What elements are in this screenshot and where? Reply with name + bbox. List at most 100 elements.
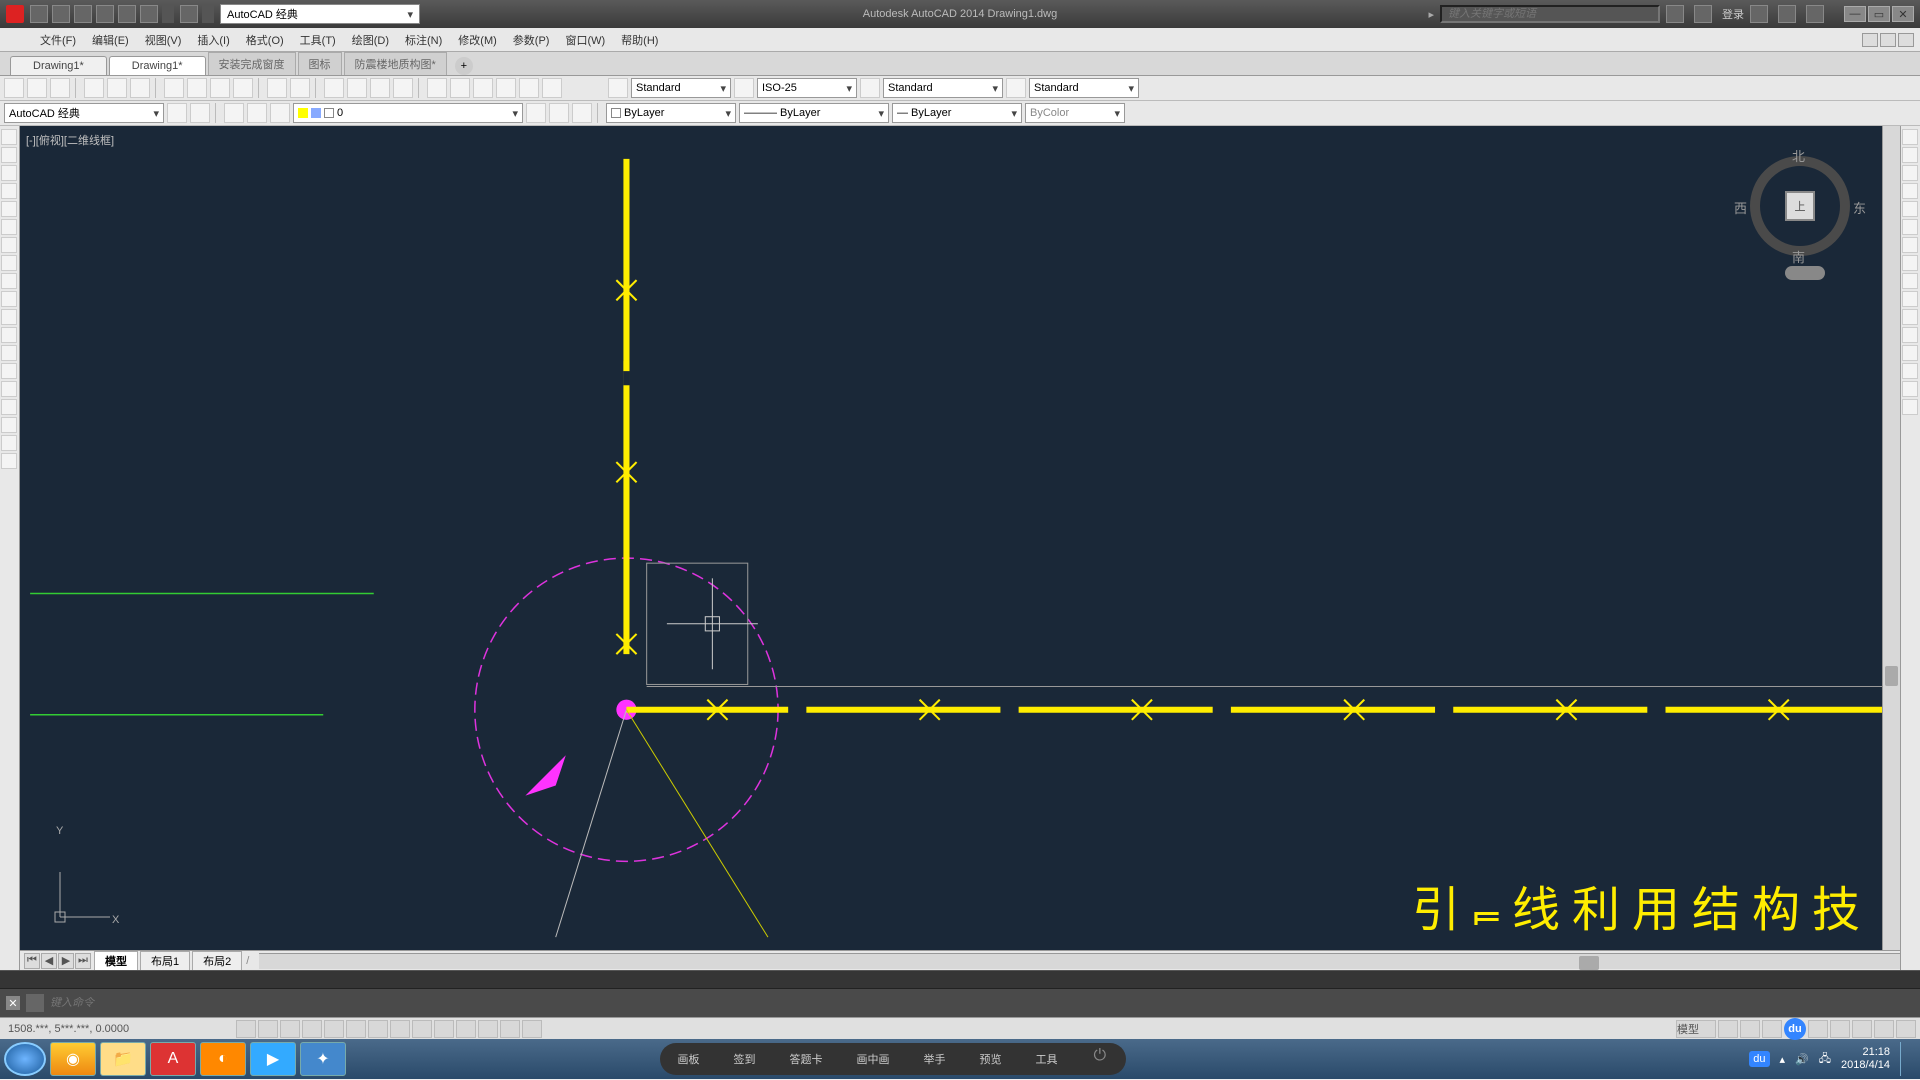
taskbar-app3[interactable]: ✦ — [300, 1042, 346, 1076]
tool-scale[interactable] — [1902, 255, 1918, 271]
status-osnap[interactable] — [324, 1020, 344, 1038]
status-lwt[interactable] — [434, 1020, 454, 1038]
ext-tab-1[interactable]: 图标 — [298, 52, 342, 75]
command-history[interactable] — [0, 971, 1920, 989]
status-qv-drawings[interactable] — [1740, 1020, 1760, 1038]
tb-tablestyle-icon[interactable] — [860, 78, 880, 98]
menu-help[interactable]: 帮助(H) — [621, 32, 658, 48]
baidu-ime-icon[interactable]: du — [1784, 1018, 1806, 1040]
tool-trim[interactable] — [1902, 291, 1918, 307]
ml-style-dropdown[interactable]: Standard — [1029, 78, 1139, 98]
app-icon[interactable] — [6, 5, 24, 23]
coord-display[interactable]: 1508.***, 5***.***, 0.0000 — [4, 1023, 234, 1035]
table-style-dropdown[interactable]: Standard — [883, 78, 1003, 98]
tab-nav-first[interactable]: ⏮ — [24, 953, 40, 969]
status-ime-punct[interactable] — [1830, 1020, 1850, 1038]
ext-tab-2[interactable]: 防震楼地质构图* — [344, 52, 447, 75]
tool-region[interactable] — [1, 417, 17, 433]
viewcube-menu[interactable] — [1785, 266, 1825, 280]
menu-tools[interactable]: 工具(T) — [300, 32, 336, 48]
tool-stretch[interactable] — [1902, 273, 1918, 289]
tool-array[interactable] — [1902, 201, 1918, 217]
tool-circle[interactable] — [1, 237, 17, 253]
ft-board[interactable]: 画板 — [670, 1047, 708, 1071]
cmd-close-icon[interactable]: ✕ — [6, 996, 20, 1010]
qat-open[interactable] — [52, 5, 70, 23]
status-ime-a[interactable] — [1808, 1020, 1828, 1038]
tb-props[interactable] — [427, 78, 447, 98]
tool-pline[interactable] — [1, 165, 17, 181]
tb-plot[interactable] — [84, 78, 104, 98]
tool-erase[interactable] — [1902, 129, 1918, 145]
status-clean[interactable] — [1896, 1020, 1916, 1038]
v-scroll-thumb[interactable] — [1885, 666, 1898, 686]
show-desktop[interactable] — [1900, 1042, 1908, 1076]
ft-preview[interactable]: 预览 — [972, 1047, 1010, 1071]
tool-point[interactable] — [1, 363, 17, 379]
tb-layer-iso[interactable] — [549, 103, 569, 123]
menu-file[interactable]: 文件(F) — [40, 32, 76, 48]
status-ducs[interactable] — [390, 1020, 410, 1038]
ft-answer[interactable]: 答题卡 — [782, 1047, 831, 1071]
qat-new[interactable] — [30, 5, 48, 23]
status-ime-skin[interactable] — [1874, 1020, 1894, 1038]
tool-polygon[interactable] — [1, 183, 17, 199]
ft-signin[interactable]: 签到 — [726, 1047, 764, 1071]
mdi-minimize[interactable] — [1862, 33, 1878, 47]
tb-layer-filter[interactable] — [270, 103, 290, 123]
tb-dc[interactable] — [450, 78, 470, 98]
mdi-close[interactable] — [1898, 33, 1914, 47]
tool-ellipsearc[interactable] — [1, 309, 17, 325]
layout-tab-1[interactable]: 布局1 — [140, 951, 190, 971]
menu-draw[interactable]: 绘图(D) — [352, 32, 389, 48]
doc-tab-1[interactable]: Drawing1* — [109, 56, 206, 75]
tool-fillet[interactable] — [1902, 381, 1918, 397]
tb-cut[interactable] — [164, 78, 184, 98]
layout-tab-model[interactable]: 模型 — [94, 951, 138, 971]
tb-dimstyle-icon[interactable] — [734, 78, 754, 98]
status-ortho[interactable] — [280, 1020, 300, 1038]
layout-tab-2[interactable]: 布局2 — [192, 951, 242, 971]
taskbar-app2[interactable]: ◐ — [200, 1042, 246, 1076]
tool-move[interactable] — [1902, 219, 1918, 235]
h-scroll-thumb[interactable] — [1579, 956, 1599, 970]
tb-mlstyle-icon[interactable] — [1006, 78, 1026, 98]
stayconnected-icon[interactable] — [1778, 5, 1796, 23]
new-tab-button[interactable]: + — [455, 57, 473, 75]
menu-parametric[interactable]: 参数(P) — [513, 32, 550, 48]
infocenter-search[interactable] — [1440, 5, 1660, 23]
qat-print[interactable] — [118, 5, 136, 23]
tb-zoom-rt[interactable] — [347, 78, 367, 98]
tool-table[interactable] — [1, 435, 17, 451]
tb-undo2[interactable] — [267, 78, 287, 98]
menu-modify[interactable]: 修改(M) — [458, 32, 497, 48]
tab-nav-next[interactable]: ▶ — [58, 953, 74, 969]
tb-pan[interactable] — [324, 78, 344, 98]
qat-redo-dd[interactable] — [202, 5, 214, 23]
tool-chamfer[interactable] — [1902, 363, 1918, 379]
tb-copy[interactable] — [187, 78, 207, 98]
status-3dosnap[interactable] — [346, 1020, 366, 1038]
viewcube-east[interactable]: 东 — [1853, 198, 1866, 217]
taskbar-autocad[interactable]: A — [150, 1042, 196, 1076]
tool-join[interactable] — [1902, 345, 1918, 361]
tb-markup[interactable] — [519, 78, 539, 98]
status-polar[interactable] — [302, 1020, 322, 1038]
tray-clock[interactable]: 21:18 2018/4/14 — [1841, 1046, 1890, 1072]
tool-break[interactable] — [1902, 327, 1918, 343]
help-icon[interactable] — [1806, 5, 1824, 23]
qat-saveas[interactable] — [96, 5, 114, 23]
maximize-button[interactable]: ▭ — [1868, 6, 1890, 22]
search-icon[interactable] — [1666, 5, 1684, 23]
menu-edit[interactable]: 编辑(E) — [92, 32, 129, 48]
qat-save[interactable] — [74, 5, 92, 23]
tool-ellipse[interactable] — [1, 291, 17, 307]
tb-publish[interactable] — [130, 78, 150, 98]
menu-window[interactable]: 窗口(W) — [565, 32, 605, 48]
linetype-dropdown[interactable]: ———ByLayer — [739, 103, 889, 123]
menu-view[interactable]: 视图(V) — [145, 32, 182, 48]
tool-offset[interactable] — [1902, 183, 1918, 199]
tb-layer-uniso[interactable] — [572, 103, 592, 123]
status-grid[interactable] — [258, 1020, 278, 1038]
drawing-canvas[interactable]: [-][俯视][二维线框] — [20, 126, 1900, 970]
